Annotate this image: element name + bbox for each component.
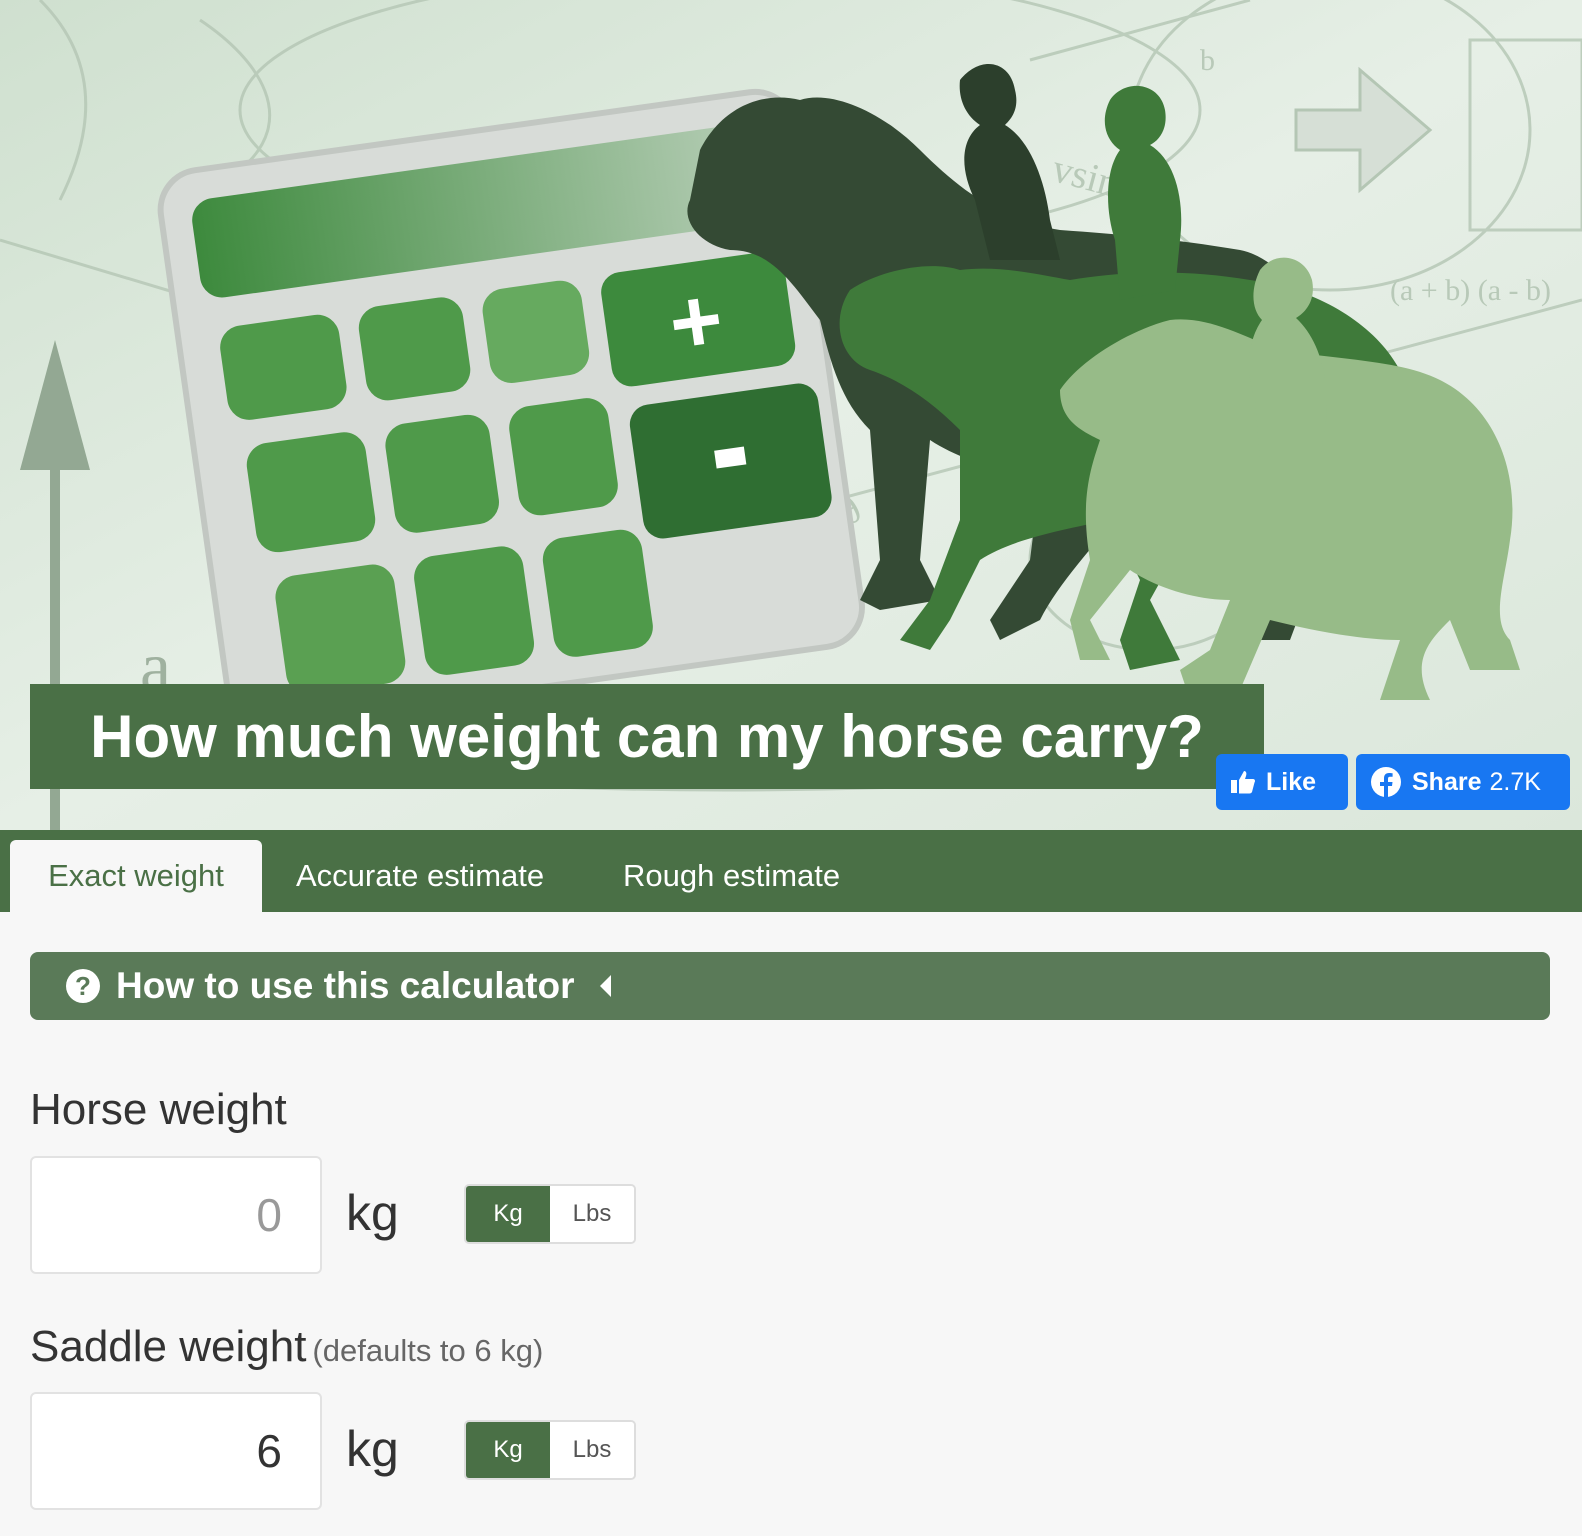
saddle-weight-unit: kg bbox=[346, 1421, 399, 1477]
tab-rough-estimate[interactable]: Rough estimate bbox=[623, 840, 840, 912]
horse-weight-unit-toggle: Kg Lbs bbox=[464, 1184, 636, 1244]
tab-exact-weight[interactable]: Exact weight bbox=[10, 840, 262, 912]
saddle-weight-hint: (defaults to 6 kg) bbox=[312, 1333, 544, 1368]
saddle-weight-input[interactable] bbox=[30, 1392, 322, 1510]
question-icon: ? bbox=[66, 969, 100, 1003]
saddle-weight-label-text: Saddle weight bbox=[30, 1322, 307, 1371]
horse-weight-label-text: Horse weight bbox=[30, 1085, 287, 1134]
facebook-share-button[interactable]: Share 2.7K bbox=[1356, 754, 1570, 810]
saddle-weight-unit-toggle: Kg Lbs bbox=[464, 1420, 636, 1480]
horse-weight-label: Horse weight bbox=[30, 1085, 287, 1135]
facebook-like-button[interactable]: Like bbox=[1216, 754, 1348, 810]
horse-weight-lbs-button[interactable]: Lbs bbox=[550, 1186, 634, 1242]
facebook-icon bbox=[1371, 767, 1401, 797]
caret-left-icon bbox=[600, 975, 612, 997]
calculator-tabs: Exact weight Accurate estimate Rough est… bbox=[0, 830, 1582, 912]
thumbs-up-icon bbox=[1231, 771, 1255, 794]
horse-weight-kg-button[interactable]: Kg bbox=[466, 1186, 550, 1242]
share-label: Share bbox=[1412, 767, 1482, 796]
tab-accurate-estimate[interactable]: Accurate estimate bbox=[296, 840, 544, 912]
saddle-weight-label: Saddle weight (defaults to 6 kg) bbox=[30, 1322, 543, 1372]
horse-weight-input[interactable] bbox=[30, 1156, 322, 1274]
how-to-use-label: How to use this calculator bbox=[116, 965, 575, 1006]
page-title: How much weight can my horse carry? bbox=[30, 684, 1264, 789]
share-count: 2.7K bbox=[1489, 767, 1541, 796]
saddle-weight-kg-button[interactable]: Kg bbox=[466, 1422, 550, 1478]
horse-weight-unit: kg bbox=[346, 1185, 399, 1241]
svg-text:b: b bbox=[1200, 44, 1215, 77]
hero-banner: (a + b) (a - b) xsinθ cosθ vsin b a bbox=[0, 0, 1582, 830]
like-label: Like bbox=[1266, 767, 1317, 796]
how-to-use-toggle[interactable]: ? How to use this calculator bbox=[30, 952, 1550, 1020]
saddle-weight-lbs-button[interactable]: Lbs bbox=[550, 1422, 634, 1478]
svg-text:(a + b) (a - b): (a + b) (a - b) bbox=[1390, 274, 1551, 307]
